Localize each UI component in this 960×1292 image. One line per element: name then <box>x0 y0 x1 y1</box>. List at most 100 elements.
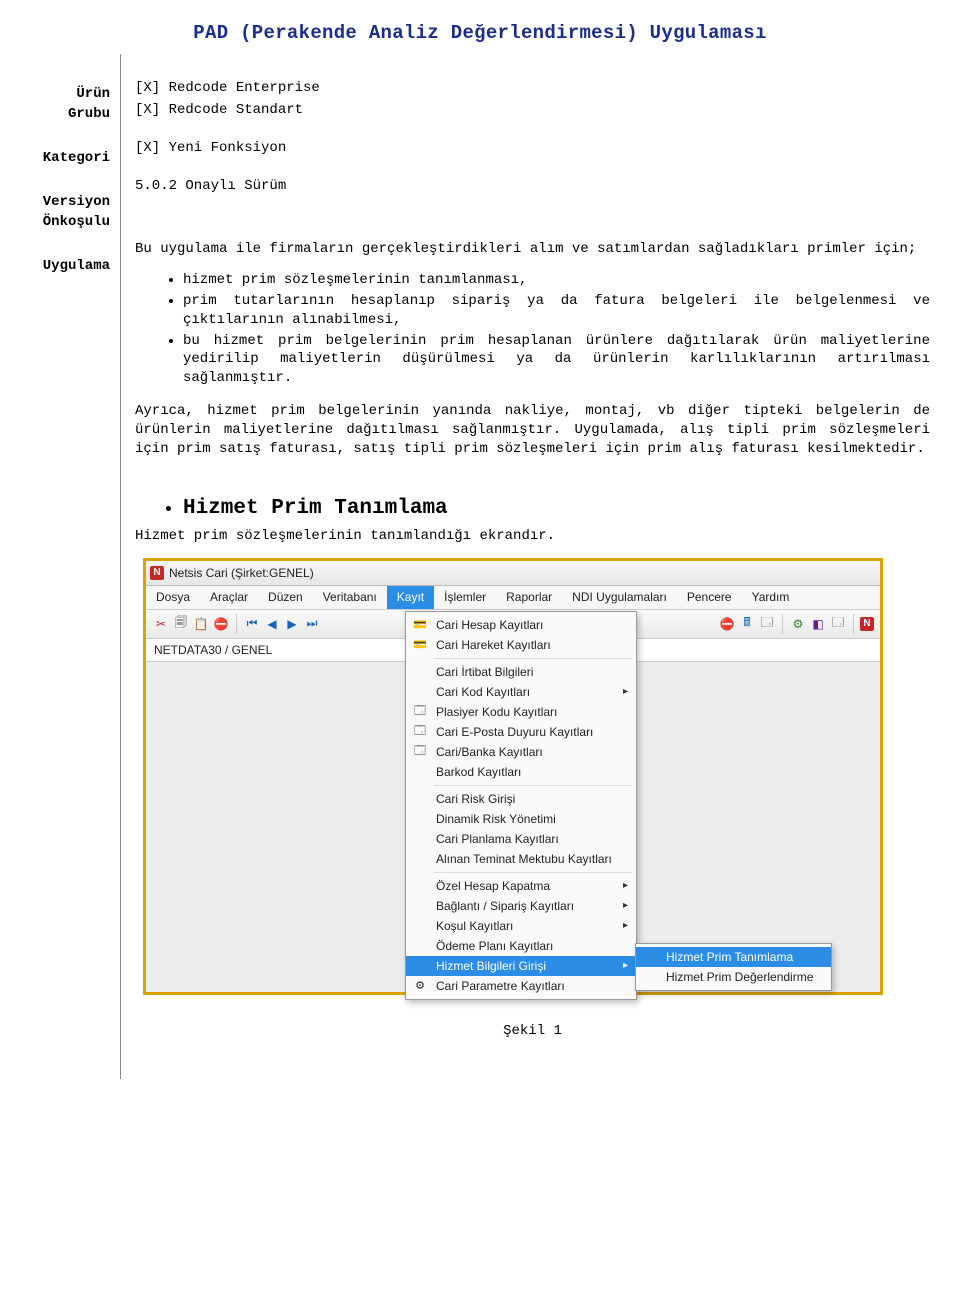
menu-cari-hareket-kayitlari[interactable]: 💳 Cari Hareket Kayıtları <box>406 635 636 655</box>
product-group-value-2: [X] Redcode Standart <box>135 102 930 118</box>
gear-icon: ⚙ <box>412 978 428 994</box>
toolbar-icon-b[interactable]: 🗔 <box>758 615 776 633</box>
menu-item-label: Barkod Kayıtları <box>436 765 521 779</box>
section-heading: Hizmet Prim Tanımlama <box>183 497 930 520</box>
menu-item-label: Cari E-Posta Duyuru Kayıtları <box>436 725 593 739</box>
app-bullet-2: prim tutarlarının hesaplanıp sipariş ya … <box>183 292 930 330</box>
version-value: 5.0.2 Onaylı Sürüm <box>135 178 930 194</box>
menu-kosul-kayitlari[interactable]: Koşul Kayıtları ▸ <box>406 916 636 936</box>
menu-item-label: Hizmet Bilgileri Girişi <box>436 959 546 973</box>
menu-ndi[interactable]: NDI Uygulamaları <box>562 586 677 609</box>
menu-plasiyer-kodu-kayitlari[interactable]: 🗔 Plasiyer Kodu Kayıtları <box>406 702 636 722</box>
menu-kayit[interactable]: Kayıt <box>387 586 434 609</box>
toolbar-icon-d[interactable]: ◧ <box>809 615 827 633</box>
app-icon-small[interactable]: N <box>860 617 874 631</box>
menu-yardim[interactable]: Yardım <box>742 586 800 609</box>
chevron-right-icon: ▸ <box>623 686 628 697</box>
menu-cari-risk-girisi[interactable]: Cari Risk Girişi <box>406 789 636 809</box>
menu-item-label: Alınan Teminat Mektubu Kayıtları <box>436 852 612 866</box>
menu-hizmet-bilgileri-girisi[interactable]: Hizmet Bilgileri Girişi ▸ <box>406 956 636 976</box>
menu-item-label: Dinamik Risk Yönetimi <box>436 812 556 826</box>
stop-icon[interactable]: ⛔ <box>212 615 230 633</box>
menu-cari-irtibat-bilgileri[interactable]: Cari İrtibat Bilgileri <box>406 662 636 682</box>
toolbar-separator <box>782 614 783 634</box>
label-product-group: Ürün <box>0 86 110 102</box>
menu-duzen[interactable]: Düzen <box>258 586 313 609</box>
label-application: Uygulama <box>0 258 110 274</box>
nav-last-icon[interactable]: ⏭ <box>303 615 321 633</box>
form-icon: 🗔 <box>412 704 428 720</box>
page-title: PAD (Perakende Analiz Değerlendirmesi) U… <box>0 0 960 54</box>
copy-icon[interactable]: 🗐 <box>172 615 190 633</box>
label-version: Versiyon <box>0 194 110 210</box>
menu-cari-planlama-kayitlari[interactable]: Cari Planlama Kayıtları <box>406 829 636 849</box>
menu-veritabani[interactable]: Veritabanı <box>313 586 387 609</box>
toolbar-icon-a[interactable]: ⛔ <box>718 615 736 633</box>
menu-item-label: Cari Parametre Kayıtları <box>436 979 565 993</box>
menu-cari-banka-kayitlari[interactable]: 🗔 Cari/Banka Kayıtları <box>406 742 636 762</box>
app-paragraph-1: Bu uygulama ile firmaların gerçekleştird… <box>135 240 930 259</box>
menu-item-label: Özel Hesap Kapatma <box>436 879 550 893</box>
menu-cari-parametre-kayitlari[interactable]: ⚙ Cari Parametre Kayıtları <box>406 976 636 996</box>
status-text: NETDATA30 / GENEL <box>154 643 272 657</box>
toolbar-icon-c[interactable]: ⚙ <box>789 615 807 633</box>
menu-cari-hesap-kayitlari[interactable]: 💳 Cari Hesap Kayıtları <box>406 615 636 635</box>
section-subtext: Hizmet prim sözleşmelerinin tanımlandığı… <box>135 528 930 544</box>
hizmet-bilgileri-submenu: Hizmet Prim Tanımlama Hizmet Prim Değerl… <box>635 943 832 991</box>
calculator-icon[interactable]: 🖩 <box>738 615 756 633</box>
toolbar-separator <box>236 614 237 634</box>
menu-item-label: Cari Hareket Kayıtları <box>436 638 551 652</box>
app-title-text: Netsis Cari (Şirket:GENEL) <box>169 566 314 580</box>
menu-araclar[interactable]: Araçlar <box>200 586 258 609</box>
submenu-hizmet-prim-degerlendirme[interactable]: Hizmet Prim Değerlendirme <box>636 967 831 987</box>
app-icon: N <box>150 566 164 580</box>
form-icon: 🗔 <box>412 744 428 760</box>
menu-alinan-teminat-mektubu-kayitlari[interactable]: Alınan Teminat Mektubu Kayıtları <box>406 849 636 869</box>
label-prereq: Önkoşulu <box>0 214 110 230</box>
chevron-right-icon: ▸ <box>623 900 628 911</box>
app-menubar: Dosya Araçlar Düzen Veritabanı Kayıt İşl… <box>146 586 880 610</box>
menu-item-label: Ödeme Planı Kayıtları <box>436 939 553 953</box>
label-product-group2: Grubu <box>0 106 110 122</box>
menu-item-label: Cari Hesap Kayıtları <box>436 618 543 632</box>
cut-icon[interactable]: ✂ <box>152 615 170 633</box>
menu-cari-kod-kayitlari[interactable]: Cari Kod Kayıtları ▸ <box>406 682 636 702</box>
app-bullet-3: bu hizmet prim belgelerinin prim hesapla… <box>183 332 930 389</box>
chevron-right-icon: ▸ <box>623 960 628 971</box>
category-value: [X] Yeni Fonksiyon <box>135 140 930 156</box>
menu-odeme-plani-kayitlari[interactable]: Ödeme Planı Kayıtları <box>406 936 636 956</box>
menu-item-label: Plasiyer Kodu Kayıtları <box>436 705 557 719</box>
menu-pencere[interactable]: Pencere <box>677 586 742 609</box>
app-paragraph-2: Ayrıca, hizmet prim belgelerinin yanında… <box>135 402 930 459</box>
menu-cari-eposta-duyuru-kayitlari[interactable]: 🗔 Cari E-Posta Duyuru Kayıtları <box>406 722 636 742</box>
nav-first-icon[interactable]: ⏮ <box>243 615 261 633</box>
menu-item-label: Cari Kod Kayıtları <box>436 685 530 699</box>
nav-next-icon[interactable]: ▶ <box>283 615 301 633</box>
submenu-hizmet-prim-tanimlama[interactable]: Hizmet Prim Tanımlama <box>636 947 831 967</box>
toolbar-separator <box>853 614 854 634</box>
chevron-right-icon: ▸ <box>623 920 628 931</box>
menu-separator <box>434 785 632 786</box>
menu-dinamik-risk-yonetimi[interactable]: Dinamik Risk Yönetimi <box>406 809 636 829</box>
menu-item-label: Cari İrtibat Bilgileri <box>436 665 533 679</box>
menu-raporlar[interactable]: Raporlar <box>496 586 562 609</box>
menu-separator <box>434 658 632 659</box>
card-icon: 💳 <box>412 637 428 653</box>
nav-prev-icon[interactable]: ◀ <box>263 615 281 633</box>
section-bullet: Hizmet Prim Tanımlama <box>135 497 930 520</box>
label-category: Kategori <box>0 150 110 166</box>
app-workarea: 💳 Cari Hesap Kayıtları 💳 Cari Hareket Ka… <box>146 662 880 992</box>
menu-barkod-kayitlari[interactable]: Barkod Kayıtları <box>406 762 636 782</box>
chevron-right-icon: ▸ <box>623 880 628 891</box>
toolbar-icon-e[interactable]: 🗔 <box>829 615 847 633</box>
menu-islemler[interactable]: İşlemler <box>434 586 496 609</box>
app-window: N Netsis Cari (Şirket:GENEL) Dosya Araçl… <box>143 558 883 995</box>
menu-baglanti-siparis-kayitlari[interactable]: Bağlantı / Sipariş Kayıtları ▸ <box>406 896 636 916</box>
app-titlebar: N Netsis Cari (Şirket:GENEL) <box>146 561 880 586</box>
paste-icon[interactable]: 📋 <box>192 615 210 633</box>
left-column: Ürün Grubu Kategori Versiyon Önkoşulu Uy… <box>0 54 120 1079</box>
menu-ozel-hesap-kapatma[interactable]: Özel Hesap Kapatma ▸ <box>406 876 636 896</box>
menu-dosya[interactable]: Dosya <box>146 586 200 609</box>
menu-item-label: Cari Planlama Kayıtları <box>436 832 559 846</box>
right-column: [X] Redcode Enterprise [X] Redcode Stand… <box>120 54 960 1079</box>
